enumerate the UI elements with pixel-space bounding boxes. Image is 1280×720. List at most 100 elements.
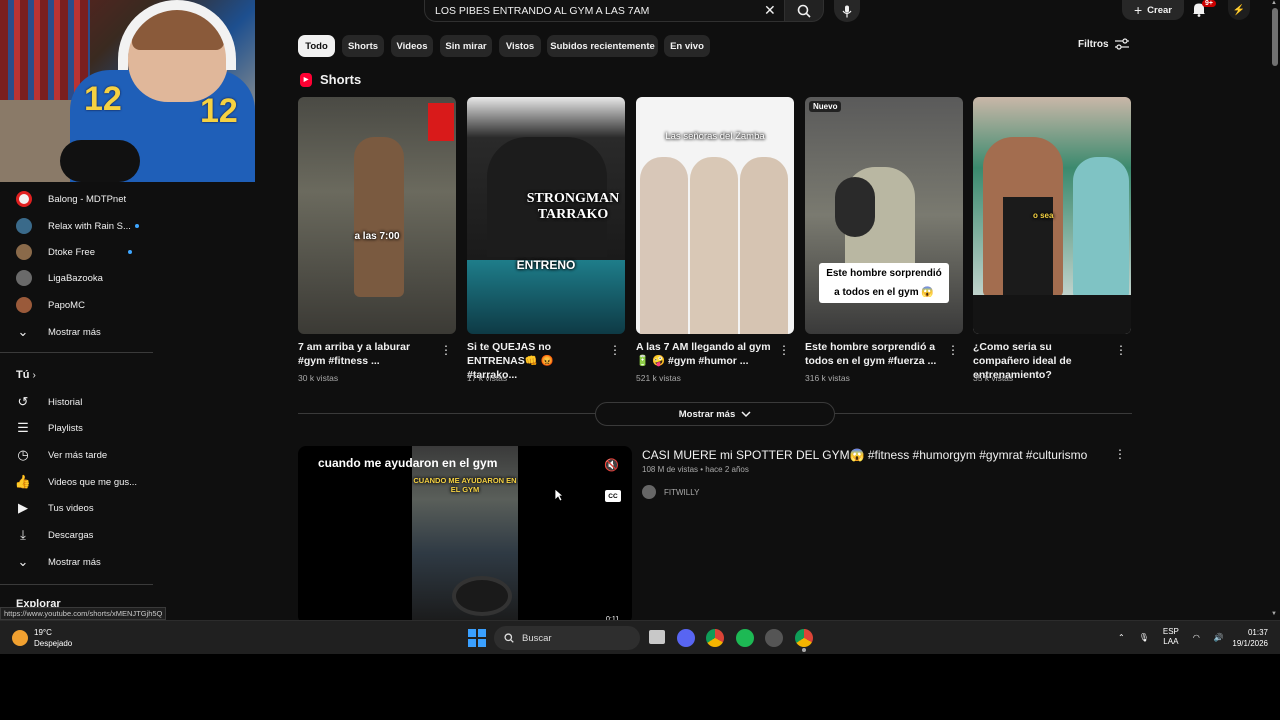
you-show-more[interactable]: ⌄ Mostrar más — [0, 549, 160, 575]
sidebar-item-ver-mas-tarde[interactable]: ◷ Ver más tarde — [0, 442, 160, 468]
shorts-logo-icon: ▶ — [300, 72, 312, 87]
chip-vistos[interactable]: Vistos — [499, 35, 541, 57]
spotify-icon[interactable] — [736, 629, 754, 647]
app-icon[interactable] — [765, 629, 783, 647]
clock-icon: ◷ — [17, 447, 29, 462]
sidebar-item-liked-videos[interactable]: 👍 Videos que me gus... — [0, 469, 160, 495]
short-title[interactable]: 7 am arriba y a laburar #gym #fitness ..… — [298, 340, 436, 368]
short-card[interactable]: a las 7:00 7 am arriba y a laburar #gym … — [298, 97, 456, 383]
search-query[interactable]: LOS PIBES ENTRANDO AL GYM A LAS 7AM — [435, 5, 649, 17]
filters-label: Filtros — [1078, 38, 1109, 50]
chip-subidos-recientemente[interactable]: Subidos recientemente — [547, 35, 658, 57]
short-card[interactable]: o sea ¿Como seria su compañero ideal de … — [973, 97, 1131, 383]
subscriptions-show-more[interactable]: ⌄ Mostrar más — [0, 319, 160, 345]
video-title[interactable]: CASI MUERE mi SPOTTER DEL GYM😱 #fitness … — [642, 448, 1087, 462]
scroll-up-icon[interactable]: ▲ — [1271, 0, 1277, 6]
chip-shorts[interactable]: Shorts — [342, 35, 384, 57]
more-vert-icon[interactable]: ⋮ — [1115, 343, 1127, 357]
scrollbar-thumb[interactable] — [1272, 8, 1278, 66]
sidebar-item-playlists[interactable]: ☰ Playlists — [0, 415, 160, 441]
webcam-overlay: 12 12 — [0, 0, 255, 182]
short-card[interactable]: Las señoras del Zamba A las 7 AM llegand… — [636, 97, 794, 383]
avatar — [16, 270, 32, 286]
you-section-heading[interactable]: Tú › — [16, 369, 36, 381]
discord-icon[interactable] — [677, 629, 695, 647]
create-label: Crear — [1147, 4, 1172, 16]
volume-icon[interactable]: 🔊 — [1214, 633, 1224, 642]
chevron-right-icon: › — [32, 370, 36, 381]
mute-icon[interactable]: 🔇 — [604, 458, 619, 472]
search-input[interactable]: LOS PIBES ENTRANDO AL GYM A LAS 7AM — [424, 0, 786, 22]
short-thumbnail[interactable]: a las 7:00 — [298, 97, 456, 334]
channel-name[interactable]: FITWILLY — [664, 488, 699, 497]
divider — [0, 352, 153, 353]
windows-start-icon[interactable] — [468, 629, 486, 647]
person-figure — [354, 137, 404, 297]
sidebar-item-label: Playlists — [48, 422, 83, 434]
avatar[interactable]: ⚡ — [1228, 0, 1250, 20]
clock[interactable]: 01:37 19/1/2026 — [1228, 627, 1268, 649]
sidebar-item-historial[interactable]: ↺ Historial — [0, 389, 160, 415]
scrollbar[interactable]: ▲ ▼ — [1270, 0, 1280, 620]
video-thumbnail[interactable]: CUANDO ME AYUDARON EN EL GYM cuando me a… — [298, 446, 632, 624]
mic-icon[interactable]: 🎙 — [1139, 633, 1149, 642]
language-indicator[interactable]: ESP LAA — [1163, 627, 1179, 647]
short-title[interactable]: Este hombre sorprendió a todos en el gym… — [805, 340, 943, 368]
short-card[interactable]: Nuevo Este hombre sorprendió a todos en … — [805, 97, 963, 383]
scroll-down-icon[interactable]: ▼ — [1271, 611, 1277, 617]
chrome-icon[interactable] — [706, 629, 724, 647]
short-thumbnail[interactable]: Las señoras del Zamba — [636, 97, 794, 334]
more-vert-icon[interactable]: ⋮ — [1114, 447, 1126, 461]
short-thumbnail[interactable]: STRONGMAN TARRAKO ENTRENO — [467, 97, 625, 334]
playlist-icon: ☰ — [17, 420, 29, 435]
sidebar-item-descargas[interactable]: ⤓ Descargas — [0, 522, 160, 548]
chip-todo[interactable]: Todo — [298, 35, 335, 57]
wifi-icon[interactable]: ◠ — [1193, 633, 1200, 642]
voice-search-button[interactable] — [834, 0, 860, 22]
subscription-item[interactable]: Relax with Rain S... — [0, 213, 160, 239]
chip-videos[interactable]: Videos — [391, 35, 433, 57]
jersey-number: 12 — [84, 80, 122, 118]
channel-link[interactable]: FITWILLY — [642, 485, 699, 499]
filters-button[interactable]: Filtros — [1078, 38, 1129, 50]
weather-widget[interactable]: 19°C Despejado — [12, 627, 72, 649]
taskbar-search-label: Buscar — [522, 632, 552, 644]
you-heading-text: Tú — [16, 369, 30, 381]
short-views: 521 k vistas — [636, 373, 681, 383]
shorts-heading-text: Shorts — [320, 72, 362, 87]
video-inner-caption: CUANDO ME AYUDARON EN EL GYM — [413, 476, 517, 494]
divider — [0, 584, 153, 585]
channel-avatar[interactable] — [642, 485, 656, 499]
clear-search-icon[interactable]: ✕ — [764, 2, 776, 19]
taskbar-search[interactable]: Buscar — [494, 626, 640, 650]
captions-icon[interactable]: CC — [605, 490, 621, 502]
create-button[interactable]: + Crear — [1122, 0, 1184, 20]
subscription-item[interactable]: LigaBazooka — [0, 265, 160, 291]
subscription-item[interactable]: Dtoke Free — [0, 239, 160, 265]
more-vert-icon[interactable]: ⋮ — [947, 343, 959, 357]
chip-en-vivo[interactable]: En vivo — [664, 35, 710, 57]
more-vert-icon[interactable]: ⋮ — [778, 343, 790, 357]
chrome-icon[interactable] — [795, 629, 813, 647]
short-overlay-text: Las señoras del Zamba — [665, 131, 765, 142]
new-content-dot — [134, 224, 139, 228]
more-vert-icon[interactable]: ⋮ — [440, 343, 452, 357]
show-more-button[interactable]: Mostrar más — [595, 402, 835, 426]
sidebar-item-tus-videos[interactable]: ▶ Tus videos — [0, 495, 160, 521]
chip-sin-mirar[interactable]: Sin mirar — [440, 35, 492, 57]
show-more-label: Mostrar más — [678, 408, 736, 420]
short-thumbnail[interactable]: o sea — [973, 97, 1131, 334]
search-button[interactable] — [784, 0, 824, 22]
file-explorer-icon[interactable] — [649, 630, 665, 644]
chevron-up-icon[interactable]: ⌃ — [1118, 633, 1125, 642]
sidebar: Balong - MDTPnet Relax with Rain S... Dt… — [0, 186, 160, 620]
more-vert-icon[interactable]: ⋮ — [609, 343, 621, 357]
short-title[interactable]: A las 7 AM llegando al gym 🔋 🤪 #gym #hum… — [636, 340, 774, 368]
subscription-item[interactable]: Balong - MDTPnet — [0, 186, 160, 212]
avatar — [16, 297, 32, 313]
chevron-down-icon: ⌄ — [17, 324, 29, 339]
short-card[interactable]: STRONGMAN TARRAKO ENTRENO Si te QUEJAS n… — [467, 97, 625, 383]
video-frame: CUANDO ME AYUDARON EN EL GYM — [412, 446, 518, 624]
subscription-item[interactable]: PapoMC — [0, 292, 160, 318]
short-thumbnail[interactable]: Nuevo Este hombre sorprendió a todos en … — [805, 97, 963, 334]
